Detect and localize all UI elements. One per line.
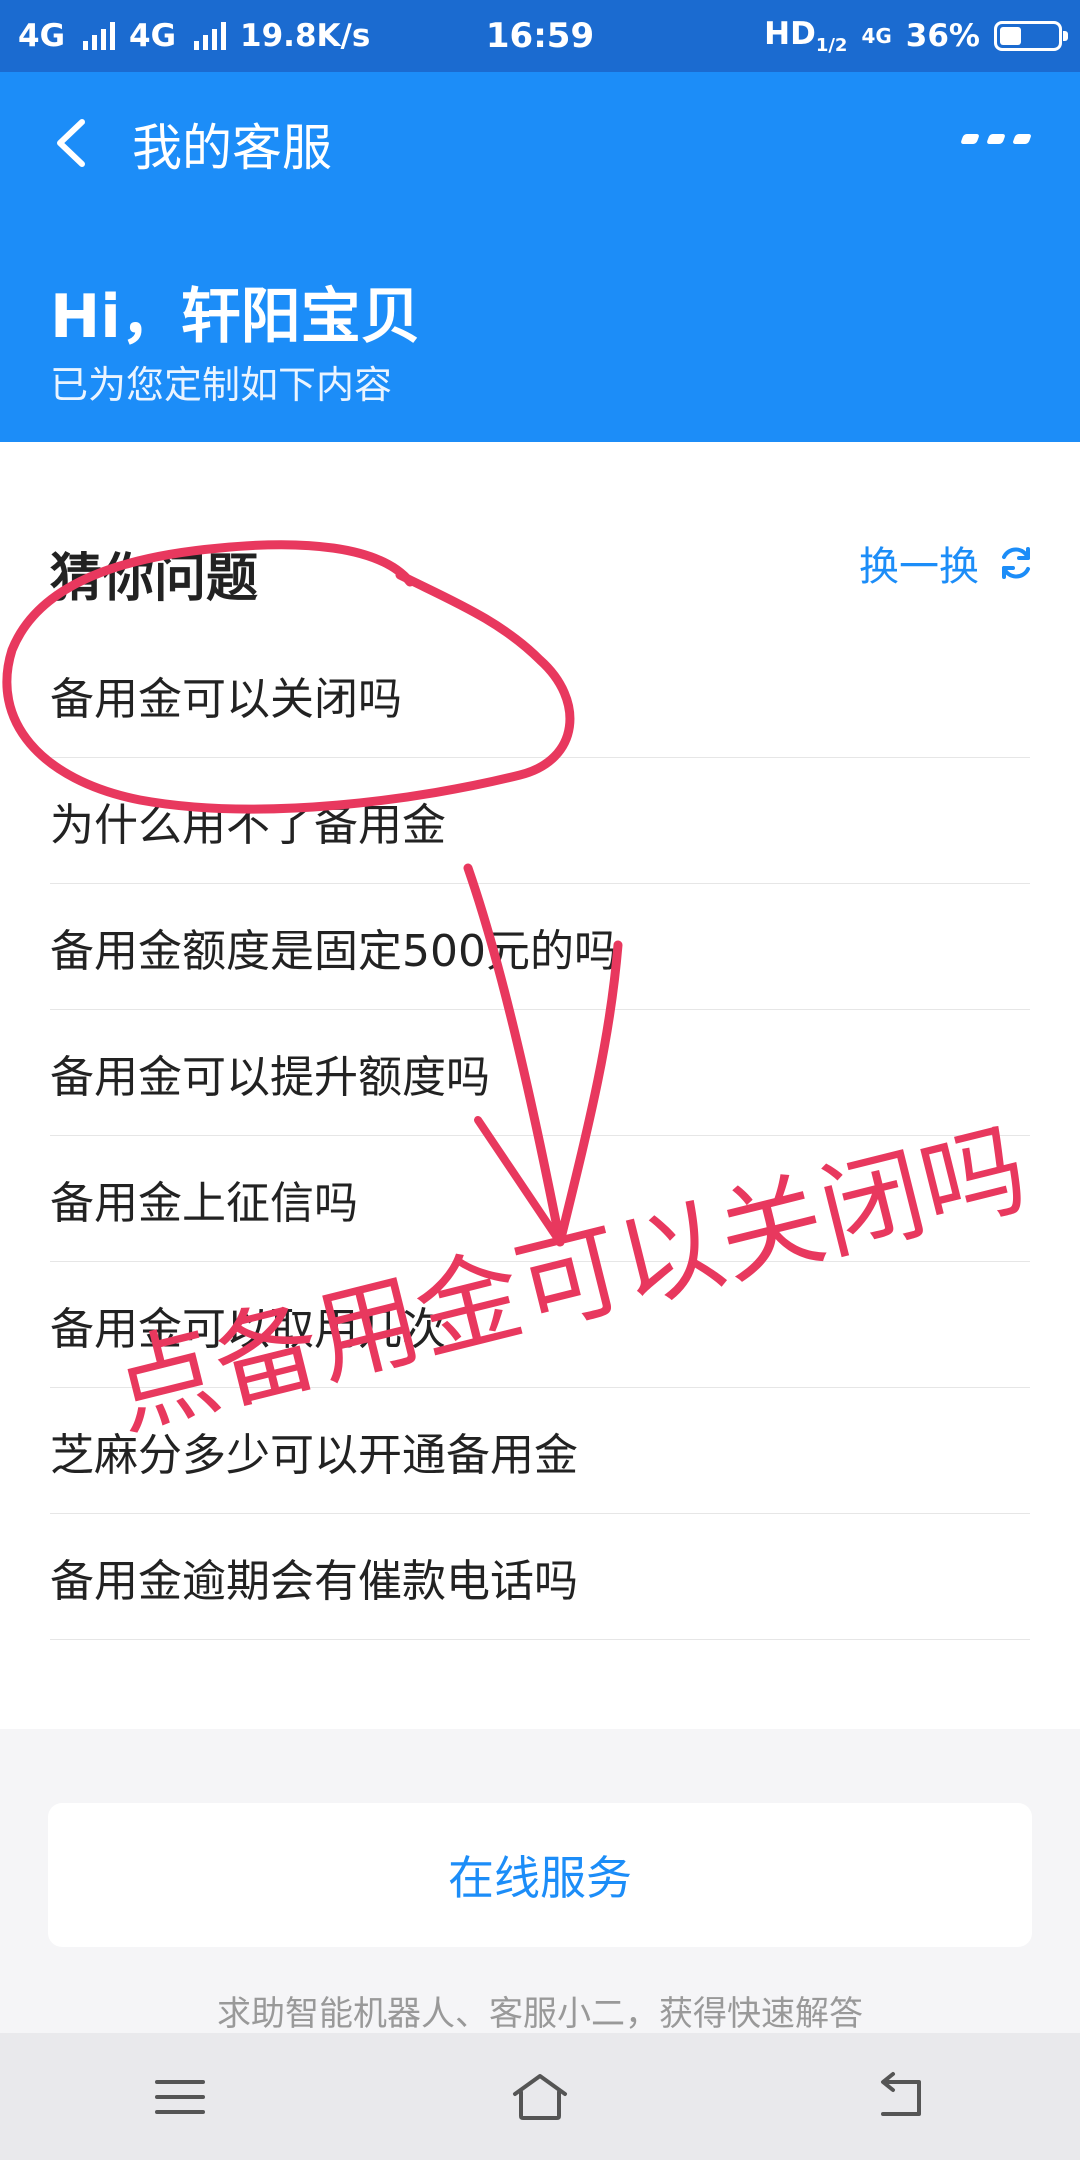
page-title: 我的客服 bbox=[132, 119, 332, 177]
header: 我的客服 Hi，轩阳宝贝 已为您定制如下内容 bbox=[0, 72, 1080, 442]
back-arrow-icon[interactable] bbox=[50, 118, 94, 168]
nav-row: 我的客服 bbox=[0, 72, 1080, 212]
question-item[interactable]: 备用金额度是固定500元的吗 bbox=[50, 884, 1030, 1010]
refresh-icon bbox=[1002, 547, 1030, 579]
greeting: Hi，轩阳宝贝 bbox=[50, 282, 421, 352]
net-small-label: 4G bbox=[861, 24, 892, 48]
signal-icon bbox=[194, 22, 227, 50]
more-options-icon[interactable] bbox=[960, 134, 1032, 144]
system-nav-bar bbox=[0, 2033, 1080, 2160]
question-item[interactable]: 为什么用不了备用金 bbox=[50, 758, 1030, 884]
section-title: 猜你问题 bbox=[50, 549, 259, 609]
back-nav-icon[interactable] bbox=[869, 2068, 931, 2126]
battery-percent: 36% bbox=[905, 18, 980, 54]
refresh-label: 换一换 bbox=[859, 544, 979, 590]
status-bar: 4G 4G 19.8K/s 16:59 HD1/2 4G 36% bbox=[0, 0, 1080, 72]
network-label-1: 4G bbox=[18, 18, 66, 54]
status-right: HD1/2 4G 36% bbox=[764, 15, 1068, 57]
menu-icon[interactable] bbox=[149, 2068, 211, 2126]
signal-icon bbox=[83, 22, 116, 50]
network-speed: 19.8K/s bbox=[240, 18, 371, 54]
question-item[interactable]: 备用金可以关闭吗 bbox=[50, 632, 1030, 758]
refresh-button[interactable]: 换一换 bbox=[859, 534, 1035, 592]
greeting-subtitle: 已为您定制如下内容 bbox=[50, 363, 393, 407]
service-description: 求助智能机器人、客服小二，获得快速解答 bbox=[217, 1994, 863, 2034]
home-icon[interactable] bbox=[509, 2068, 571, 2126]
status-left: 4G 4G 19.8K/s bbox=[18, 18, 370, 54]
question-item[interactable]: 备用金逾期会有催款电话吗 bbox=[50, 1514, 1030, 1640]
network-label-2: 4G bbox=[129, 18, 177, 54]
battery-icon bbox=[994, 21, 1068, 51]
online-service-button[interactable]: 在线服务 bbox=[48, 1803, 1032, 1947]
question-card: 猜你问题 换一换 备用金可以关闭吗 为什么用不了备用金 备用金额度是固定500元… bbox=[0, 442, 1080, 1729]
hd-label: HD1/2 bbox=[764, 15, 848, 57]
hd-sub: 1/2 bbox=[815, 35, 848, 57]
